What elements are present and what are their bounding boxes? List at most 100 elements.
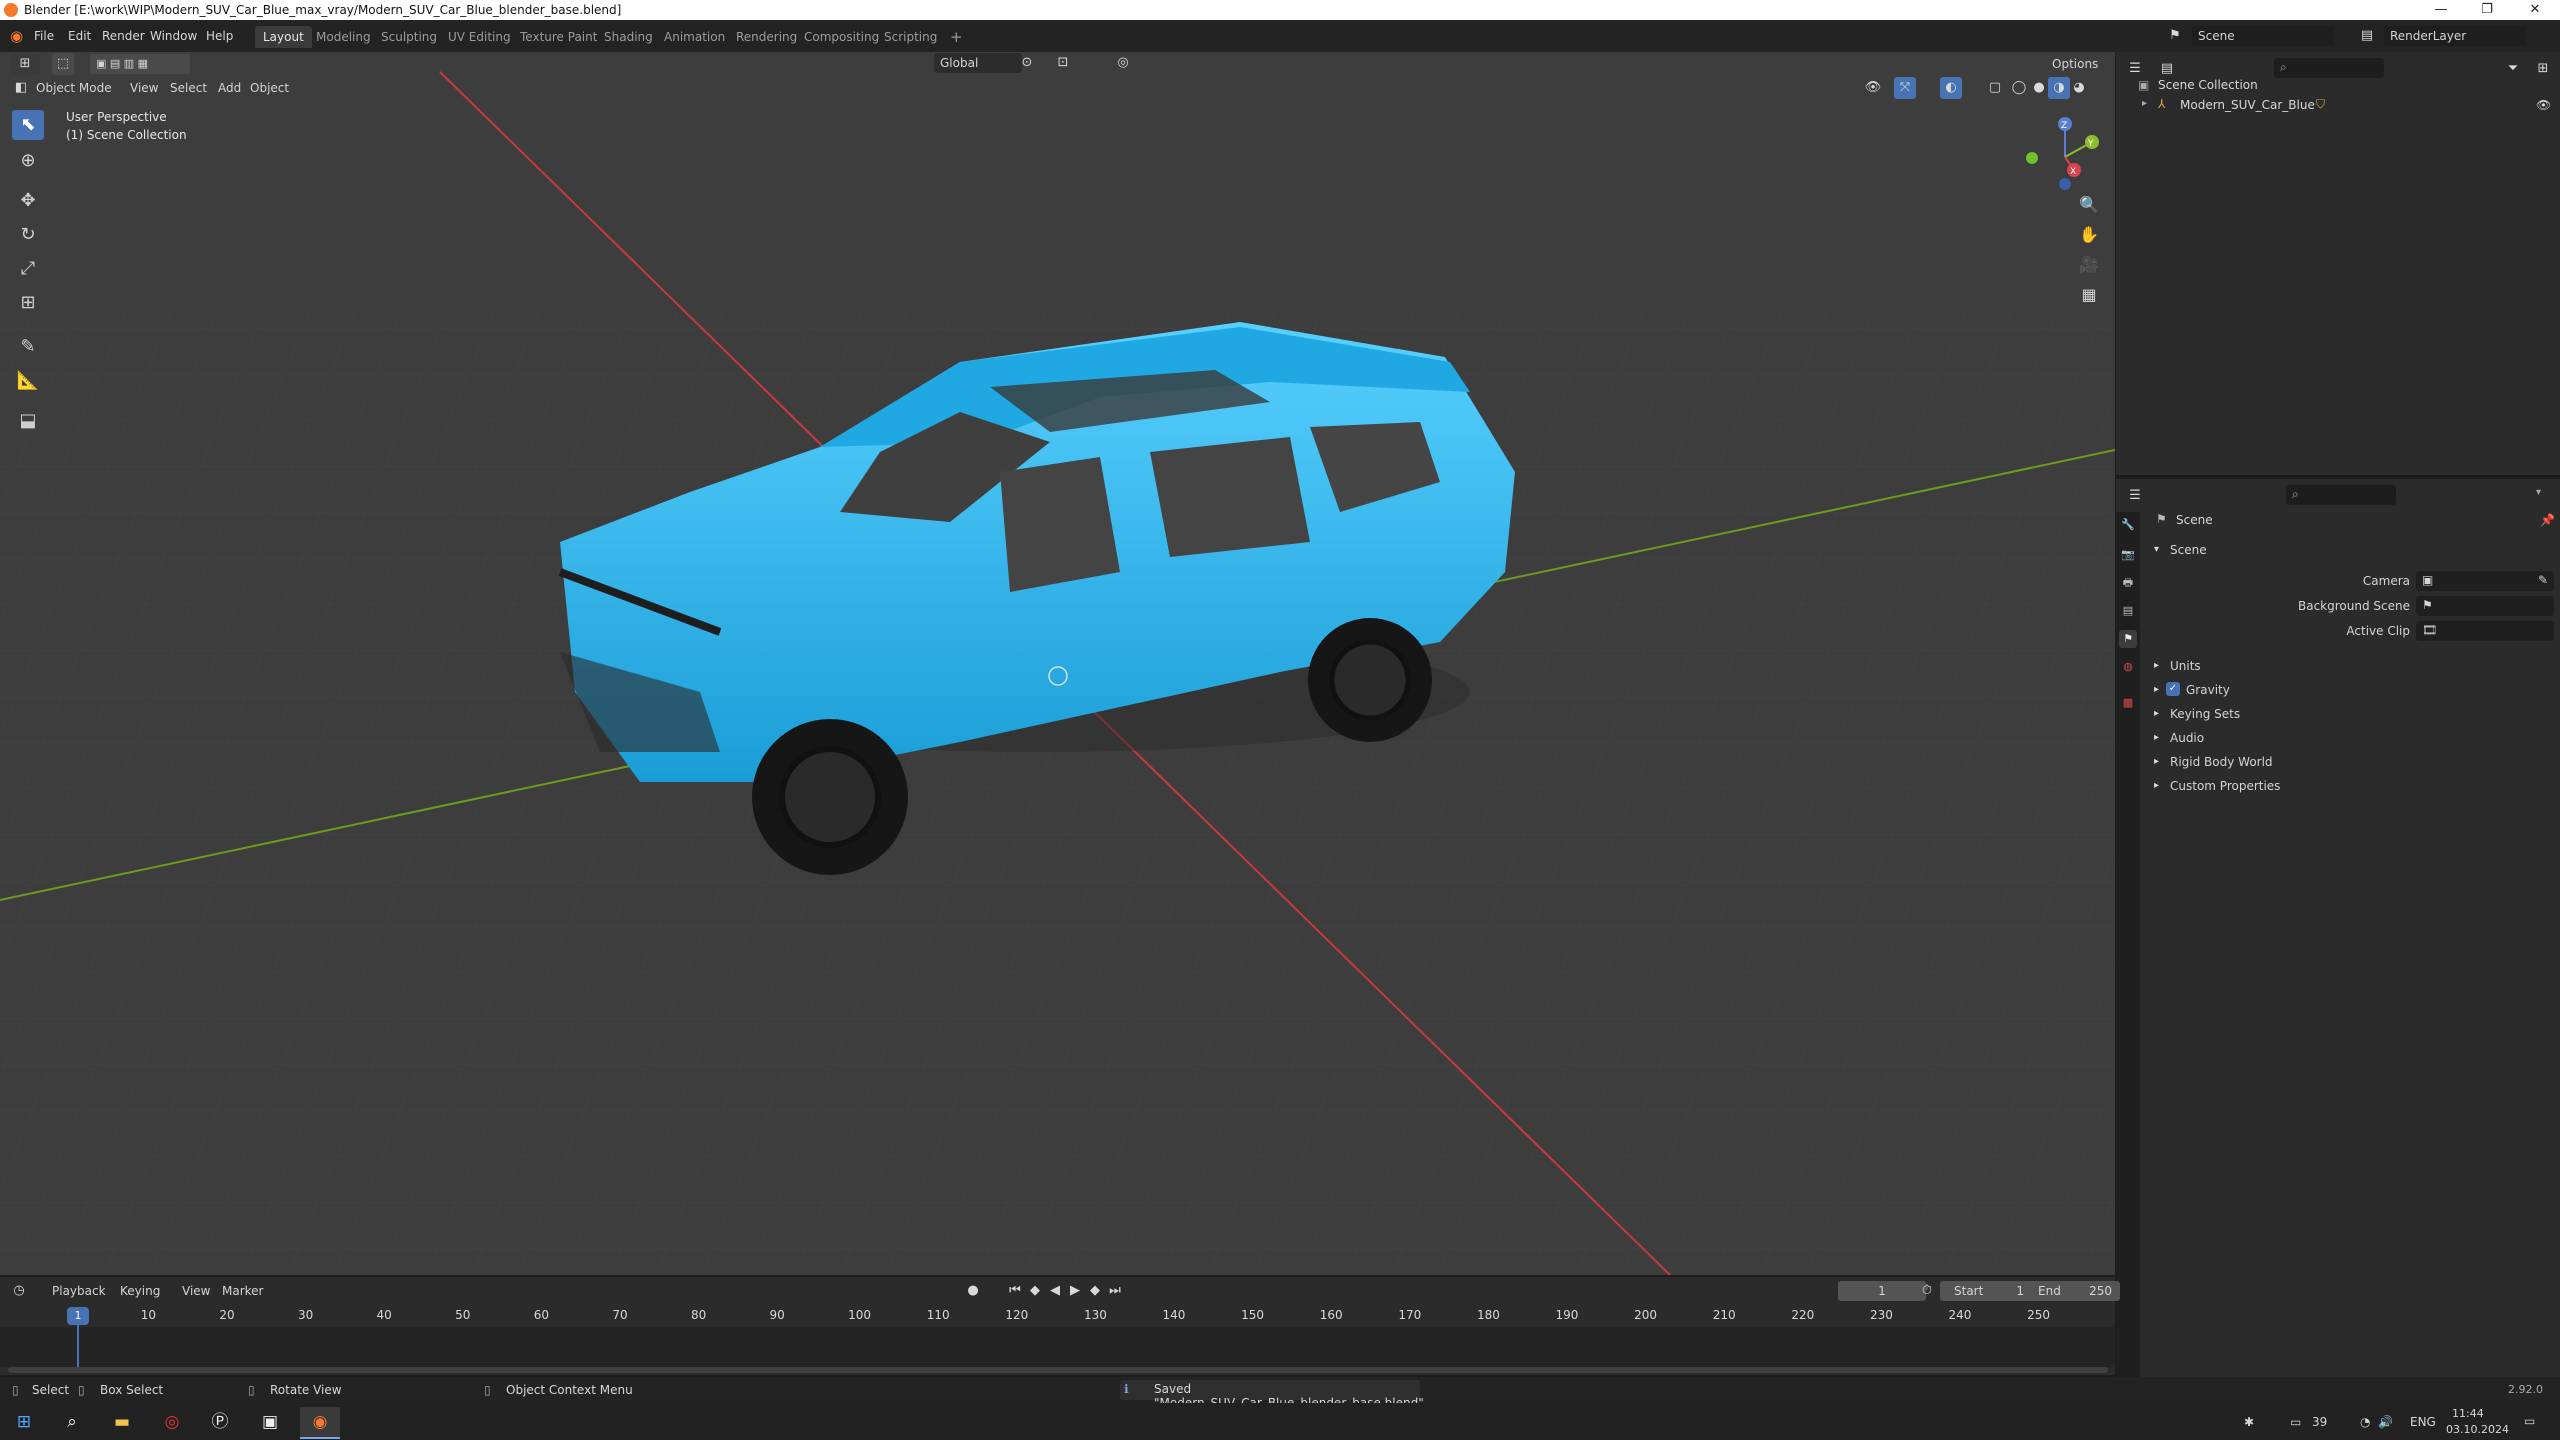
- scene-section-title[interactable]: Scene: [2170, 543, 2207, 557]
- view-layer-selector[interactable]: RenderLayer: [2384, 26, 2526, 46]
- expand-keying-icon[interactable]: ▸: [2154, 708, 2159, 719]
- outliner-search-input[interactable]: ⌕: [2274, 58, 2384, 78]
- play-reverse-icon[interactable]: ◀: [1044, 1280, 1066, 1302]
- timeline-menu-marker[interactable]: Marker: [216, 1281, 269, 1301]
- expand-audio-icon[interactable]: ▸: [2154, 732, 2159, 743]
- timeline-scrollbar[interactable]: [8, 1367, 2108, 1373]
- minimize-button[interactable]: —: [2418, 0, 2464, 20]
- tab-shading[interactable]: Shading: [596, 26, 661, 48]
- object-mode-dropdown[interactable]: Object Mode: [30, 78, 132, 98]
- tab-compositing[interactable]: Compositing: [796, 26, 887, 48]
- tab-modeling[interactable]: Modeling: [308, 26, 379, 48]
- taskbar-blender-icon[interactable]: ◉: [300, 1407, 340, 1439]
- expand-units-icon[interactable]: ▸: [2154, 660, 2159, 671]
- play-icon[interactable]: ▶: [1064, 1280, 1086, 1302]
- tab-rendering[interactable]: Rendering: [728, 26, 805, 48]
- maximize-button[interactable]: ❐: [2464, 0, 2510, 20]
- playhead-indicator[interactable]: 1: [67, 1307, 89, 1325]
- camera-field[interactable]: ▣ ✎: [2416, 571, 2554, 591]
- overlay-toggle-icon[interactable]: ◐: [1940, 77, 1962, 99]
- cursor-tool-icon[interactable]: ⊕: [12, 146, 44, 176]
- add-cube-tool-icon[interactable]: ⬓: [12, 406, 44, 436]
- measure-tool-icon[interactable]: 📐: [12, 366, 44, 396]
- tray-volume-icon[interactable]: 🔊: [2378, 1415, 2393, 1429]
- keying-sets-subpanel[interactable]: Keying Sets: [2170, 707, 2240, 721]
- properties-editor-icon[interactable]: ☰: [2124, 485, 2146, 507]
- windows-start-icon[interactable]: ⊞: [4, 1407, 44, 1437]
- rotate-tool-icon[interactable]: ↻: [12, 220, 44, 250]
- add-workspace-button[interactable]: +: [942, 26, 971, 48]
- timeline-menu-view[interactable]: View: [176, 1281, 216, 1301]
- expand-arrow-icon[interactable]: ▸: [2142, 98, 2147, 109]
- new-collection-icon[interactable]: ⊞: [2532, 58, 2554, 80]
- chevron-down-icon[interactable]: ▾: [2536, 487, 2541, 498]
- outliner-root-label[interactable]: Scene Collection: [2158, 78, 2258, 92]
- navigation-gizmo[interactable]: Z Y X: [2020, 112, 2110, 202]
- jump-end-icon[interactable]: ⏭: [1104, 1280, 1126, 1302]
- tab-uv-editing[interactable]: UV Editing: [440, 26, 519, 48]
- menu-edit[interactable]: Edit: [62, 26, 97, 46]
- tab-layout[interactable]: Layout: [255, 26, 312, 48]
- tool-tab-icon[interactable]: 🔧: [2119, 516, 2137, 534]
- properties-search-input[interactable]: ⌕: [2286, 485, 2396, 505]
- shading-material-icon[interactable]: ◑: [2048, 77, 2070, 99]
- app-p-icon[interactable]: Ⓟ: [200, 1407, 240, 1437]
- shading-solid-icon[interactable]: ●: [2028, 77, 2050, 99]
- record-icon[interactable]: ●: [962, 1280, 984, 1302]
- annotate-tool-icon[interactable]: ✎: [12, 332, 44, 362]
- expand-custom-icon[interactable]: ▸: [2154, 780, 2159, 791]
- texture-tab-icon[interactable]: ▩: [2119, 694, 2137, 712]
- audio-subpanel[interactable]: Audio: [2170, 731, 2204, 745]
- select-tool-icon[interactable]: ⬉: [12, 110, 44, 140]
- units-subpanel[interactable]: Units: [2170, 659, 2201, 673]
- shading-rendered-icon[interactable]: ◕: [2068, 77, 2090, 99]
- close-button[interactable]: ✕: [2512, 0, 2558, 20]
- view-layer-tab-icon[interactable]: ▤: [2119, 602, 2137, 620]
- next-keyframe-icon[interactable]: ◆: [1084, 1280, 1106, 1302]
- opera-icon[interactable]: ◎: [152, 1407, 192, 1437]
- keyframe-area[interactable]: [0, 1327, 2115, 1367]
- output-tab-icon[interactable]: 🖶: [2119, 574, 2137, 592]
- display-mode-icon[interactable]: ▤: [2156, 58, 2178, 80]
- transform-tool-icon[interactable]: ⊞: [12, 288, 44, 318]
- zoom-icon[interactable]: 🔍: [2072, 190, 2106, 220]
- notifications-icon[interactable]: ▭: [2524, 1414, 2535, 1428]
- timeline-menu-playback[interactable]: Playback: [46, 1281, 112, 1301]
- taskbar-search-icon[interactable]: ⌕: [52, 1407, 92, 1437]
- proportional-edit-icon[interactable]: ◎: [1112, 52, 1134, 74]
- collapse-arrow-icon[interactable]: ▾: [2154, 544, 2159, 555]
- xray-icon[interactable]: ▢: [1984, 77, 2006, 99]
- menu-window[interactable]: Window: [144, 26, 203, 46]
- expand-rigid-icon[interactable]: ▸: [2154, 756, 2159, 767]
- gravity-subpanel[interactable]: Gravity: [2186, 683, 2230, 697]
- timeline-editor-icon[interactable]: ◷: [8, 1280, 30, 1302]
- tab-scripting[interactable]: Scripting: [876, 26, 945, 48]
- tray-language[interactable]: ENG: [2410, 1415, 2436, 1429]
- filter-icon[interactable]: ⏷: [2502, 58, 2524, 80]
- rigid-body-world-subpanel[interactable]: Rigid Body World: [2170, 755, 2273, 769]
- pivot-icon[interactable]: ⊙: [1016, 52, 1038, 74]
- tray-time[interactable]: 11:44: [2452, 1407, 2484, 1420]
- move-tool-icon[interactable]: ✥: [12, 186, 44, 216]
- ortho-grid-icon[interactable]: ▦: [2072, 280, 2106, 310]
- active-clip-field[interactable]: 🎞: [2416, 621, 2554, 641]
- stopwatch-icon[interactable]: ⏱: [1916, 1280, 1938, 1302]
- frame-ruler[interactable]: 10 20 30 40 50 60 70 80 90 100 110 120 130 140 150 160 1…: [0, 1305, 2115, 1327]
- timeline-menu-keying[interactable]: Keying: [114, 1281, 166, 1301]
- tray-wifi-icon[interactable]: ◔: [2360, 1415, 2370, 1429]
- object-mode-icon[interactable]: ◧: [10, 77, 32, 99]
- viewport-menu-object[interactable]: Object: [244, 78, 295, 98]
- tab-texture-paint[interactable]: Texture Paint: [512, 26, 605, 48]
- start-frame-field[interactable]: Start 1: [1940, 1281, 2032, 1301]
- gravity-checkbox[interactable]: ✓: [2166, 682, 2180, 696]
- viewlayer-icon[interactable]: ▤: [2356, 25, 2378, 47]
- tab-sculpting[interactable]: Sculpting: [373, 26, 445, 48]
- viewport-menu-add[interactable]: Add: [212, 78, 247, 98]
- viewport-menu-view[interactable]: View: [124, 78, 164, 98]
- world-tab-icon[interactable]: ◍: [2119, 658, 2137, 676]
- 3d-viewport[interactable]: ⊞ ⬚ ▣ ▤ ▥ ▦ Global ⊙ ⊡ ◎ Options ◧ Objec…: [0, 52, 2115, 1275]
- pan-hand-icon[interactable]: ✋: [2072, 220, 2106, 250]
- transform-orientation-dropdown[interactable]: Global: [934, 53, 1022, 73]
- eyedropper-icon[interactable]: ✎: [2538, 573, 2548, 587]
- shading-wireframe-icon[interactable]: ◯: [2008, 77, 2030, 99]
